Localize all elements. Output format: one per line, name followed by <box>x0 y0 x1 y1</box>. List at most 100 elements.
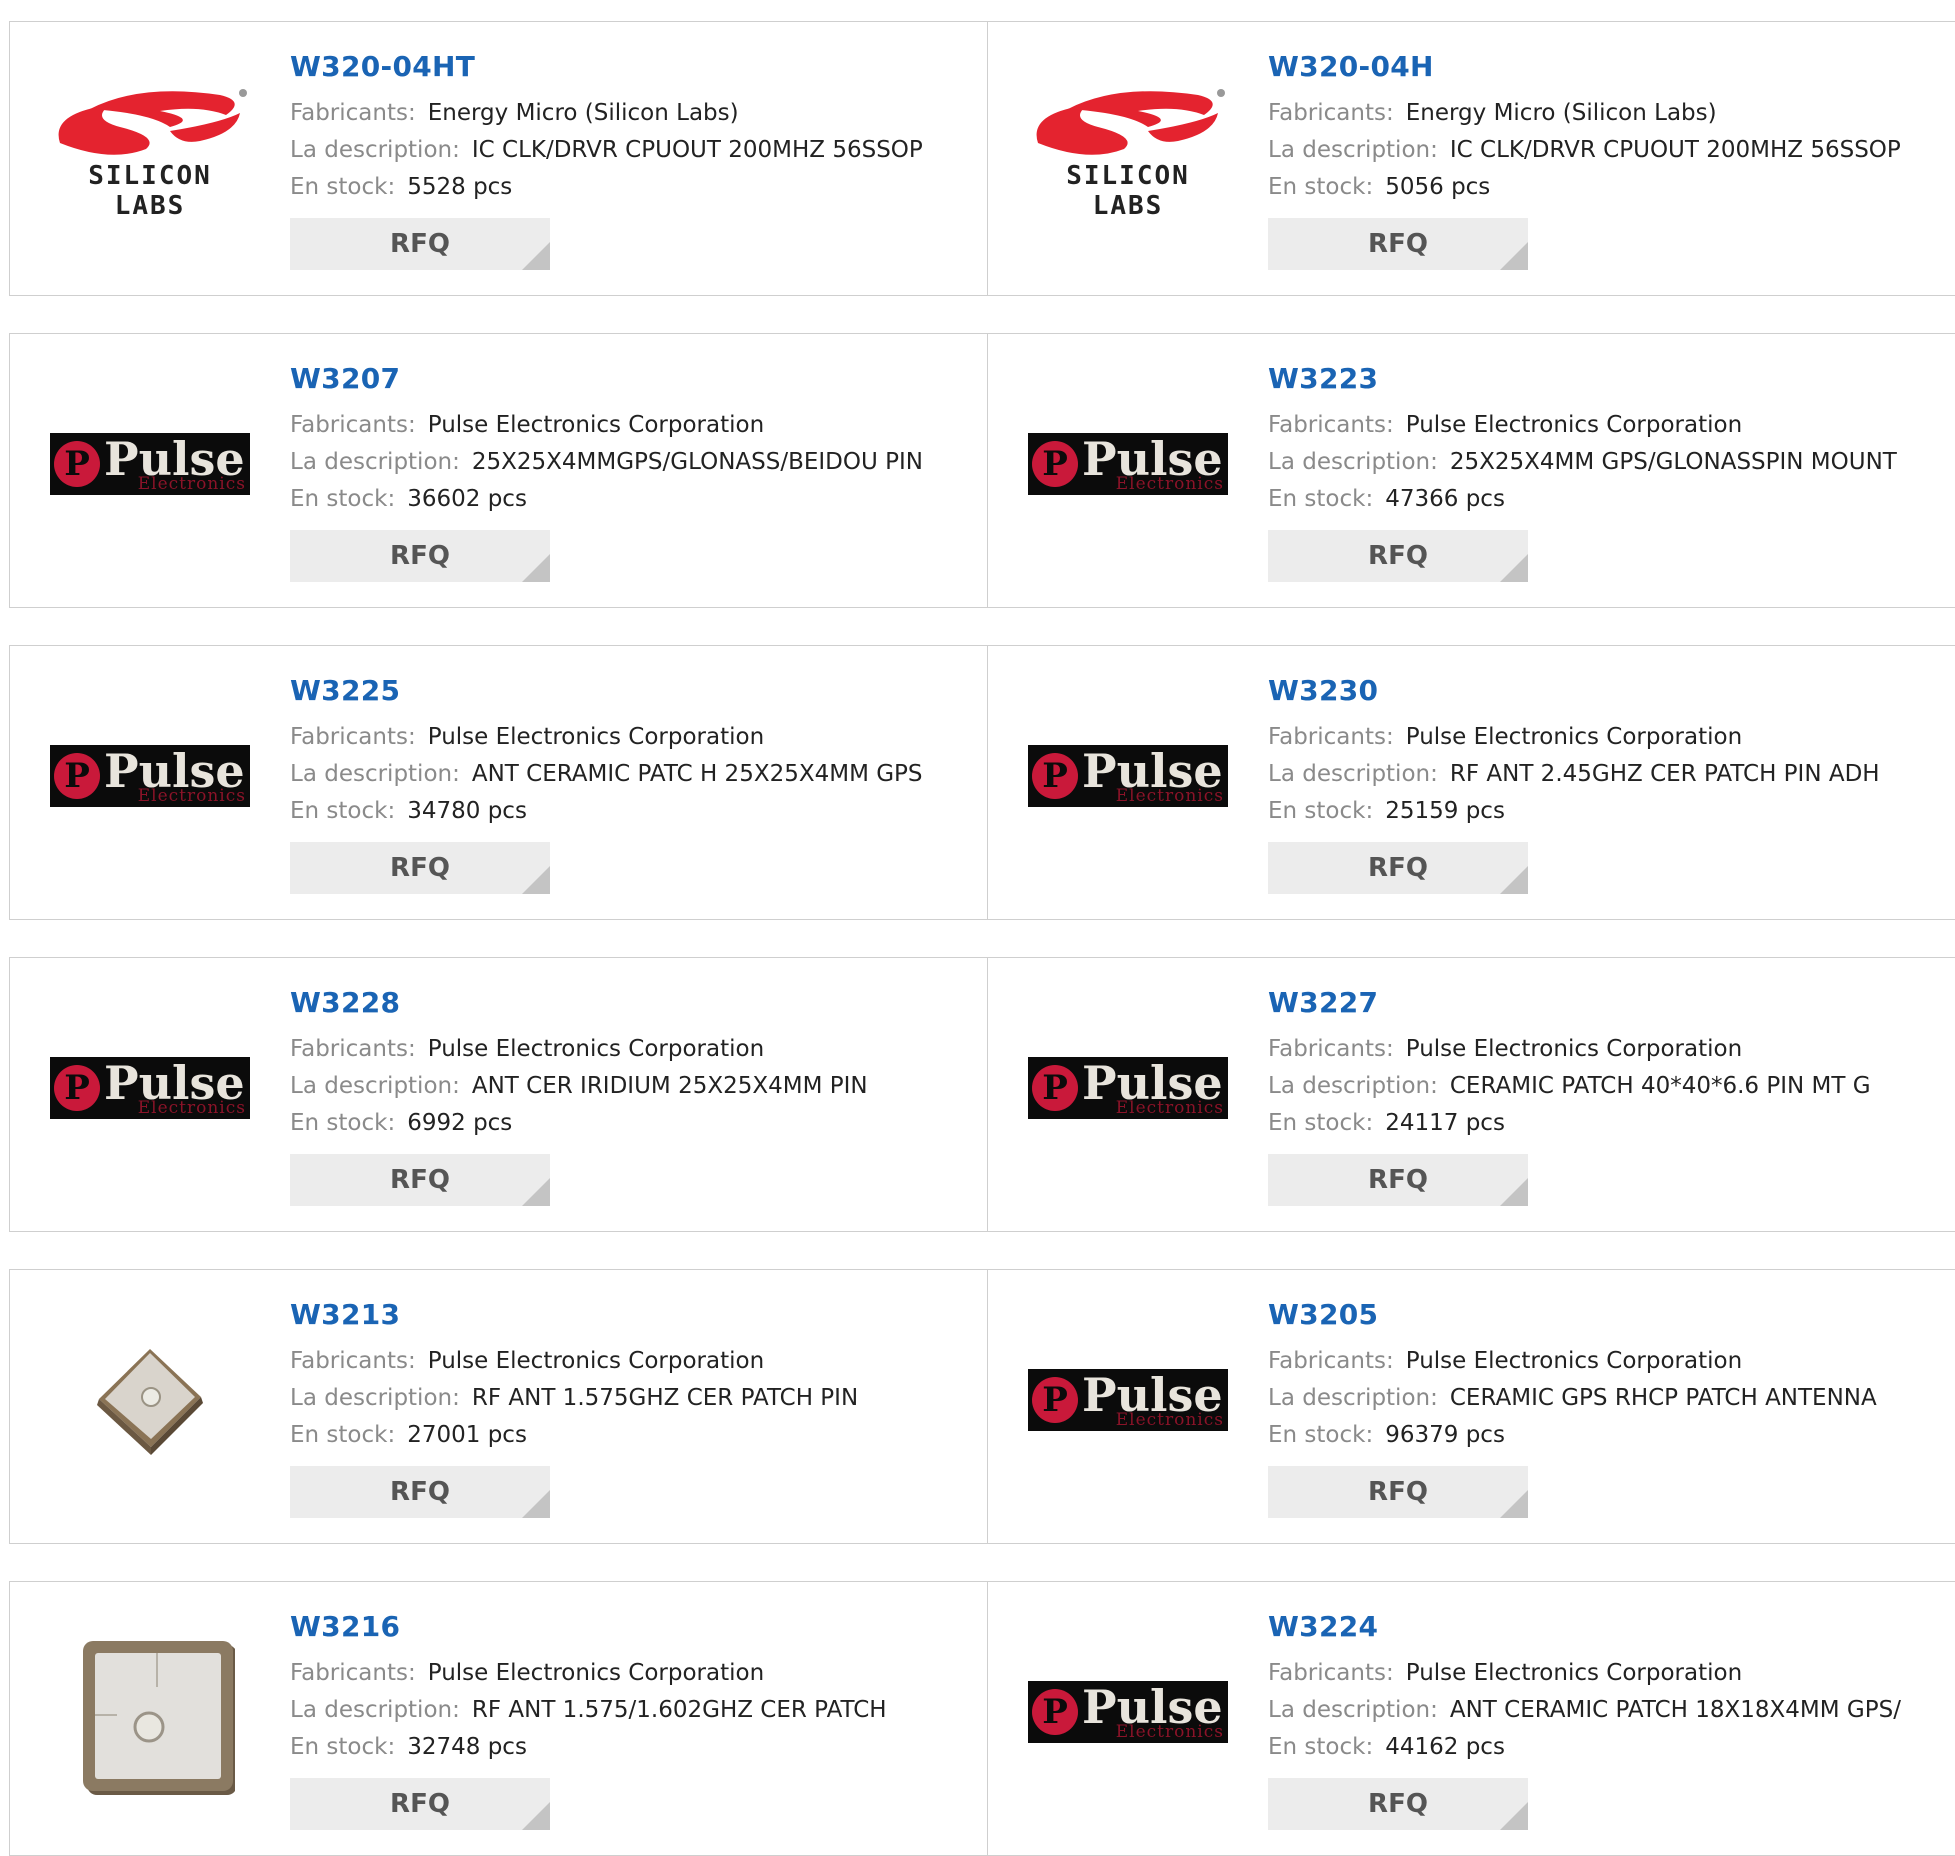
manufacturer-logo[interactable]: SILICON LABS <box>49 77 251 227</box>
stock-label: En stock: <box>1268 1422 1374 1448</box>
manufacturer-logo[interactable]: P Pulse Electronics <box>1027 1013 1229 1163</box>
part-number-link[interactable]: W3225 <box>290 674 923 707</box>
manufacturer-logo[interactable]: P Pulse Electronics <box>49 389 251 539</box>
rfq-label: RFQ <box>390 229 450 259</box>
stock-label: En stock: <box>290 486 396 512</box>
stock-value: 47366 pcs <box>1385 486 1505 512</box>
stock-field: En stock: 5056 pcs <box>1268 169 1901 206</box>
product-info: W3230 Fabricants: Pulse Electronics Corpo… <box>1268 674 1880 894</box>
rfq-button[interactable]: RFQ <box>1268 1466 1528 1518</box>
stock-value: 27001 pcs <box>407 1422 527 1448</box>
product-info: W3225 Fabricants: Pulse Electronics Corpo… <box>290 674 923 894</box>
manufacturer-logo[interactable]: P Pulse Electronics <box>1027 1325 1229 1475</box>
pulse-electronics-logo: P Pulse Electronics <box>1028 1369 1228 1431</box>
rfq-button[interactable]: RFQ <box>1268 218 1528 270</box>
part-number-link[interactable]: W320-04H <box>1268 50 1901 83</box>
rfq-label: RFQ <box>1368 1477 1428 1507</box>
corner-triangle-icon <box>522 1178 550 1206</box>
part-number-link[interactable]: W3228 <box>290 986 868 1019</box>
rfq-label: RFQ <box>390 853 450 883</box>
part-number-link[interactable]: W320-04HT <box>290 50 923 83</box>
rfq-label: RFQ <box>390 1165 450 1195</box>
description-value: 25X25X4MM GPS/GLONASSPIN MOUNT <box>1449 449 1897 475</box>
part-number-link[interactable]: W3224 <box>1268 1610 1901 1643</box>
description-value: ANT CER IRIDIUM 25X25X4MM PIN <box>471 1073 868 1099</box>
stock-value: 5528 pcs <box>407 174 513 200</box>
rfq-button[interactable]: RFQ <box>1268 1154 1528 1206</box>
pulse-electronics-logo: P Pulse Electronics <box>50 433 250 495</box>
description-value: RF ANT 2.45GHZ CER PATCH PIN ADH <box>1449 761 1880 787</box>
rfq-button[interactable]: RFQ <box>290 530 550 582</box>
stock-field: En stock: 5528 pcs <box>290 169 923 206</box>
part-number-link[interactable]: W3227 <box>1268 986 1871 1019</box>
rfq-button[interactable]: RFQ <box>1268 1778 1528 1830</box>
manufacturer-label: Fabricants: <box>290 1660 416 1686</box>
description-field: La description: IC CLK/DRVR CPUOUT 200MHZ… <box>1268 132 1901 169</box>
description-field: La description: RF ANT 1.575/1.602GHZ CER… <box>290 1692 887 1729</box>
part-number-link[interactable]: W3230 <box>1268 674 1880 707</box>
part-number-link[interactable]: W3207 <box>290 362 923 395</box>
description-label: La description: <box>1268 137 1438 163</box>
manufacturer-logo[interactable] <box>49 1637 251 1795</box>
pulse-subtext: Electronics <box>1115 1722 1224 1742</box>
rfq-button[interactable]: RFQ <box>290 1778 550 1830</box>
product-card: P Pulse Electronics W3224 Fabricants: Pulse… <box>988 1582 1955 1855</box>
description-value: ANT CERAMIC PATC H 25X25X4MM GPS <box>471 761 923 787</box>
corner-triangle-icon <box>1500 1802 1528 1830</box>
manufacturer-logo[interactable]: SILICON LABS <box>1027 77 1229 227</box>
corner-triangle-icon <box>1500 554 1528 582</box>
stock-label: En stock: <box>290 1422 396 1448</box>
manufacturer-logo[interactable]: P Pulse Electronics <box>1027 1637 1229 1787</box>
product-card: W3216 Fabricants: Pulse Electronics Corpo… <box>10 1582 988 1855</box>
pulse-electronics-logo: P Pulse Electronics <box>50 745 250 807</box>
pulse-subtext: Electronics <box>137 1098 246 1118</box>
rfq-button[interactable]: RFQ <box>290 1466 550 1518</box>
silicon-labs-wordmark: SILICON LABS <box>88 161 212 221</box>
stock-label: En stock: <box>1268 1734 1374 1760</box>
product-card: W3213 Fabricants: Pulse Electronics Corpo… <box>10 1270 988 1543</box>
manufacturer-logo[interactable]: P Pulse Electronics <box>1027 701 1229 851</box>
description-field: La description: ANT CERAMIC PATC H 25X25X… <box>290 756 923 793</box>
part-number-link[interactable]: W3213 <box>290 1298 858 1331</box>
rfq-button[interactable]: RFQ <box>1268 842 1528 894</box>
stock-field: En stock: 24117 pcs <box>1268 1105 1871 1142</box>
manufacturer-label: Fabricants: <box>1268 100 1394 126</box>
corner-triangle-icon <box>522 554 550 582</box>
description-field: La description: 25X25X4MMGPS/GLONASS/BEID… <box>290 444 923 481</box>
manufacturer-value: Energy Micro (Silicon Labs) <box>427 100 739 126</box>
corner-triangle-icon <box>1500 1178 1528 1206</box>
part-number-link[interactable]: W3205 <box>1268 1298 1877 1331</box>
corner-triangle-icon <box>1500 1490 1528 1518</box>
pulse-subtext: Electronics <box>1115 786 1224 806</box>
manufacturer-label: Fabricants: <box>290 1036 416 1062</box>
manufacturer-logo[interactable] <box>49 1325 251 1475</box>
product-row: P Pulse Electronics W3207 Fabricants: Pulse… <box>9 333 1955 608</box>
stock-value: 34780 pcs <box>407 798 527 824</box>
rfq-button[interactable]: RFQ <box>290 1154 550 1206</box>
product-card: P Pulse Electronics W3228 Fabricants: Pulse… <box>10 958 988 1231</box>
part-number-link[interactable]: W3216 <box>290 1610 887 1643</box>
product-info: W3216 Fabricants: Pulse Electronics Corpo… <box>290 1610 887 1830</box>
manufacturer-label: Fabricants: <box>290 100 416 126</box>
rfq-button[interactable]: RFQ <box>290 218 550 270</box>
stock-label: En stock: <box>1268 174 1374 200</box>
description-label: La description: <box>1268 1073 1438 1099</box>
product-card: P Pulse Electronics W3225 Fabricants: Pulse… <box>10 646 988 919</box>
description-label: La description: <box>1268 1385 1438 1411</box>
manufacturer-label: Fabricants: <box>1268 1348 1394 1374</box>
rfq-button[interactable]: RFQ <box>290 842 550 894</box>
rfq-label: RFQ <box>390 541 450 571</box>
description-value: RF ANT 1.575GHZ CER PATCH PIN <box>471 1385 859 1411</box>
rfq-label: RFQ <box>1368 1165 1428 1195</box>
pulse-p-icon: P <box>54 753 100 799</box>
stock-value: 6992 pcs <box>407 1110 513 1136</box>
description-field: La description: RF ANT 1.575GHZ CER PATCH… <box>290 1380 858 1417</box>
manufacturer-logo[interactable]: P Pulse Electronics <box>49 701 251 851</box>
manufacturer-logo[interactable]: P Pulse Electronics <box>1027 389 1229 539</box>
manufacturer-logo[interactable]: P Pulse Electronics <box>49 1013 251 1163</box>
description-field: La description: ANT CER IRIDIUM 25X25X4MM… <box>290 1068 868 1105</box>
manufacturer-value: Pulse Electronics Corporation <box>1405 724 1743 750</box>
part-number-link[interactable]: W3223 <box>1268 362 1897 395</box>
manufacturer-field: Fabricants: Pulse Electronics Corporation <box>290 1655 887 1692</box>
rfq-button[interactable]: RFQ <box>1268 530 1528 582</box>
